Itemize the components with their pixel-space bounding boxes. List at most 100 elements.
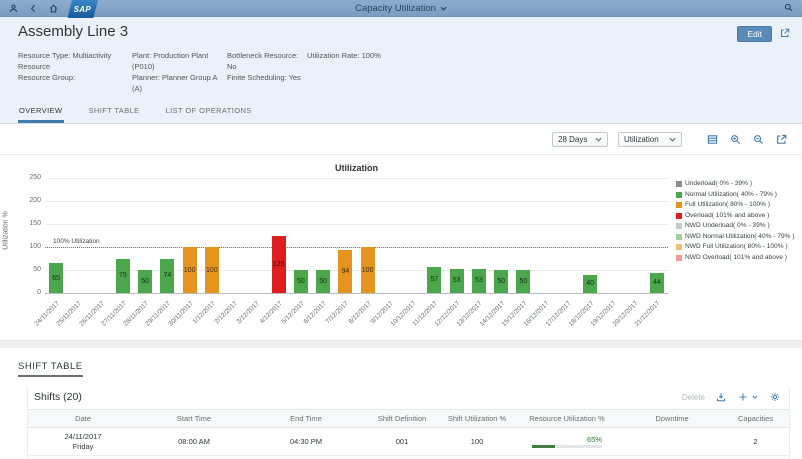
table-row[interactable]: 27/11/2017Monday08:00 AM04:30 PM00110075… xyxy=(28,456,789,459)
tab-shift-table[interactable]: SHIFT TABLE xyxy=(88,103,141,123)
chart-bar[interactable]: 100 xyxy=(183,247,197,293)
bar-value-label: 50 xyxy=(497,278,505,285)
header-attribute: Resource Type: Multiactivity Resource xyxy=(18,50,132,72)
x-axis-tick: 2/12/2017 xyxy=(214,300,239,325)
chart-bar[interactable]: 50 xyxy=(138,270,152,293)
edit-button[interactable]: Edit xyxy=(737,26,772,42)
zoom-in-icon[interactable] xyxy=(729,133,742,146)
shift-definition-cell: 001 xyxy=(362,428,442,456)
add-chevron-icon[interactable] xyxy=(751,391,759,403)
chart-bar[interactable]: 100 xyxy=(361,247,375,293)
bar-value-label: 50 xyxy=(519,278,527,285)
share-icon[interactable] xyxy=(780,25,790,43)
bar-value-label: 50 xyxy=(141,278,149,285)
chart-bar[interactable]: 50 xyxy=(516,270,530,293)
fullscreen-icon[interactable] xyxy=(775,133,788,146)
chart-bar[interactable]: 50 xyxy=(294,270,308,293)
gridline xyxy=(45,201,668,202)
settings-icon[interactable] xyxy=(769,391,781,403)
chart-bar[interactable]: 53 xyxy=(450,269,464,293)
resource-utilization-cell: 75% xyxy=(512,456,622,459)
table-row[interactable]: 24/11/2017Friday08:00 AM04:30 PM00110065… xyxy=(28,428,789,456)
legend-item[interactable]: Normal Utilization( 40% - 79% ) xyxy=(676,191,800,199)
back-icon[interactable] xyxy=(28,3,39,14)
column-header: Capacities xyxy=(722,410,789,428)
chart-bar[interactable]: 50 xyxy=(494,270,508,293)
bar-value-label: 57 xyxy=(430,276,438,283)
bar-value-label: 125 xyxy=(273,261,285,268)
chart-bar[interactable]: 125 xyxy=(272,236,286,294)
utilization-chart: Utilization Utilization % 05010015020025… xyxy=(0,155,802,340)
legend-label: Underload( 0% - 39% ) xyxy=(685,180,752,188)
search-icon[interactable] xyxy=(783,2,794,13)
measure-select-value: Utilization xyxy=(624,135,659,144)
legend-item[interactable]: Full Utilization( 80% - 100% ) xyxy=(676,201,800,209)
gridline xyxy=(45,224,668,225)
tab-overview[interactable]: OVERVIEW xyxy=(18,103,64,123)
header-attribute: Bottleneck Resource: No xyxy=(227,50,307,72)
capacities-cell: 2 xyxy=(722,456,789,459)
x-axis-tick: 7/12/2017 xyxy=(325,300,350,325)
period-select[interactable]: 28 Days xyxy=(552,132,608,147)
shifts-count-title: Shifts (20) xyxy=(34,391,82,403)
header-attributes: Resource Type: Multiactivity ResourceRes… xyxy=(12,50,790,94)
bar-value-label: 40 xyxy=(586,280,594,287)
legend-item[interactable]: NWD Normal Utilization( 40% - 79% ) xyxy=(676,233,800,241)
bar-value-label: 100 xyxy=(362,267,374,274)
gridline xyxy=(45,178,668,179)
bar-value-label: 53 xyxy=(453,277,461,284)
user-icon[interactable] xyxy=(8,3,19,14)
chart-bar[interactable]: 44 xyxy=(650,273,664,293)
shell-bar: SAP Capacity Utilization xyxy=(0,0,802,17)
legend-item[interactable]: NWD Full Utilization( 80% - 100% ) xyxy=(676,243,800,251)
legend-item[interactable]: Underload( 0% - 39% ) xyxy=(676,180,800,188)
bar-value-label: 100 xyxy=(206,267,218,274)
chart-bar[interactable]: 57 xyxy=(427,267,441,293)
chart-bar[interactable]: 75 xyxy=(116,259,130,294)
chevron-down-icon xyxy=(595,135,602,144)
bar-value-label: 53 xyxy=(475,277,483,284)
legend-label: NWD Overload( 101% and above ) xyxy=(685,254,787,262)
header-attribute-column: Plant: Production Plant (P010)Planner: P… xyxy=(132,50,227,94)
header-attribute: Finite Scheduling: Yes xyxy=(227,72,307,83)
page-title: Assembly Line 3 xyxy=(12,23,128,40)
chart-bar[interactable]: 65 xyxy=(49,263,63,293)
chart-bar[interactable]: 74 xyxy=(160,259,174,293)
reference-line-100pct xyxy=(45,247,668,248)
capacities-cell: 2 xyxy=(722,428,789,456)
x-axis-line xyxy=(45,293,668,294)
app-title-menu[interactable]: Capacity Utilization xyxy=(355,3,447,14)
reference-line-label: 100% Utilization xyxy=(53,238,100,245)
header-attribute: Planner: Planner Group A (A) xyxy=(132,72,227,94)
period-select-value: 28 Days xyxy=(558,135,587,144)
delete-button[interactable]: Delete xyxy=(682,393,705,402)
y-axis-tick: 100 xyxy=(15,243,41,250)
home-icon[interactable] xyxy=(48,3,59,14)
chart-bar[interactable]: 94 xyxy=(338,250,352,293)
column-header: End Time xyxy=(250,410,362,428)
column-header: Start Time xyxy=(138,410,250,428)
bar-value-label: 65 xyxy=(52,275,60,282)
chart-bar[interactable]: 50 xyxy=(316,270,330,293)
chart-bar[interactable]: 53 xyxy=(472,269,486,293)
export-icon[interactable] xyxy=(715,391,727,403)
tab-list-of-operations[interactable]: LIST OF OPERATIONS xyxy=(165,103,253,123)
table-view-icon[interactable] xyxy=(706,133,719,146)
end-time-cell: 04:30 PM xyxy=(250,456,362,459)
measure-select[interactable]: Utilization xyxy=(618,132,682,147)
zoom-out-icon[interactable] xyxy=(752,133,765,146)
resource-utilization-cell: 65% xyxy=(512,428,622,456)
legend-item[interactable]: NWD Overload( 101% and above ) xyxy=(676,254,800,262)
start-time-cell: 08:00 AM xyxy=(138,428,250,456)
y-axis-tick: 50 xyxy=(15,266,41,273)
column-header: Shift Utilization % xyxy=(442,410,512,428)
chart-bar[interactable]: 100 xyxy=(205,247,219,293)
legend-item[interactable]: Overload( 101% and above ) xyxy=(676,212,800,220)
add-button[interactable] xyxy=(737,391,749,403)
chart-bar[interactable]: 40 xyxy=(583,275,597,293)
weekday-value: Friday xyxy=(30,442,136,452)
header-attribute-column: Bottleneck Resource: NoFinite Scheduling… xyxy=(227,50,307,94)
legend-swatch xyxy=(676,244,682,250)
x-axis-tick: 8/12/2017 xyxy=(347,300,372,325)
legend-item[interactable]: NWD Underload( 0% - 39% ) xyxy=(676,222,800,230)
